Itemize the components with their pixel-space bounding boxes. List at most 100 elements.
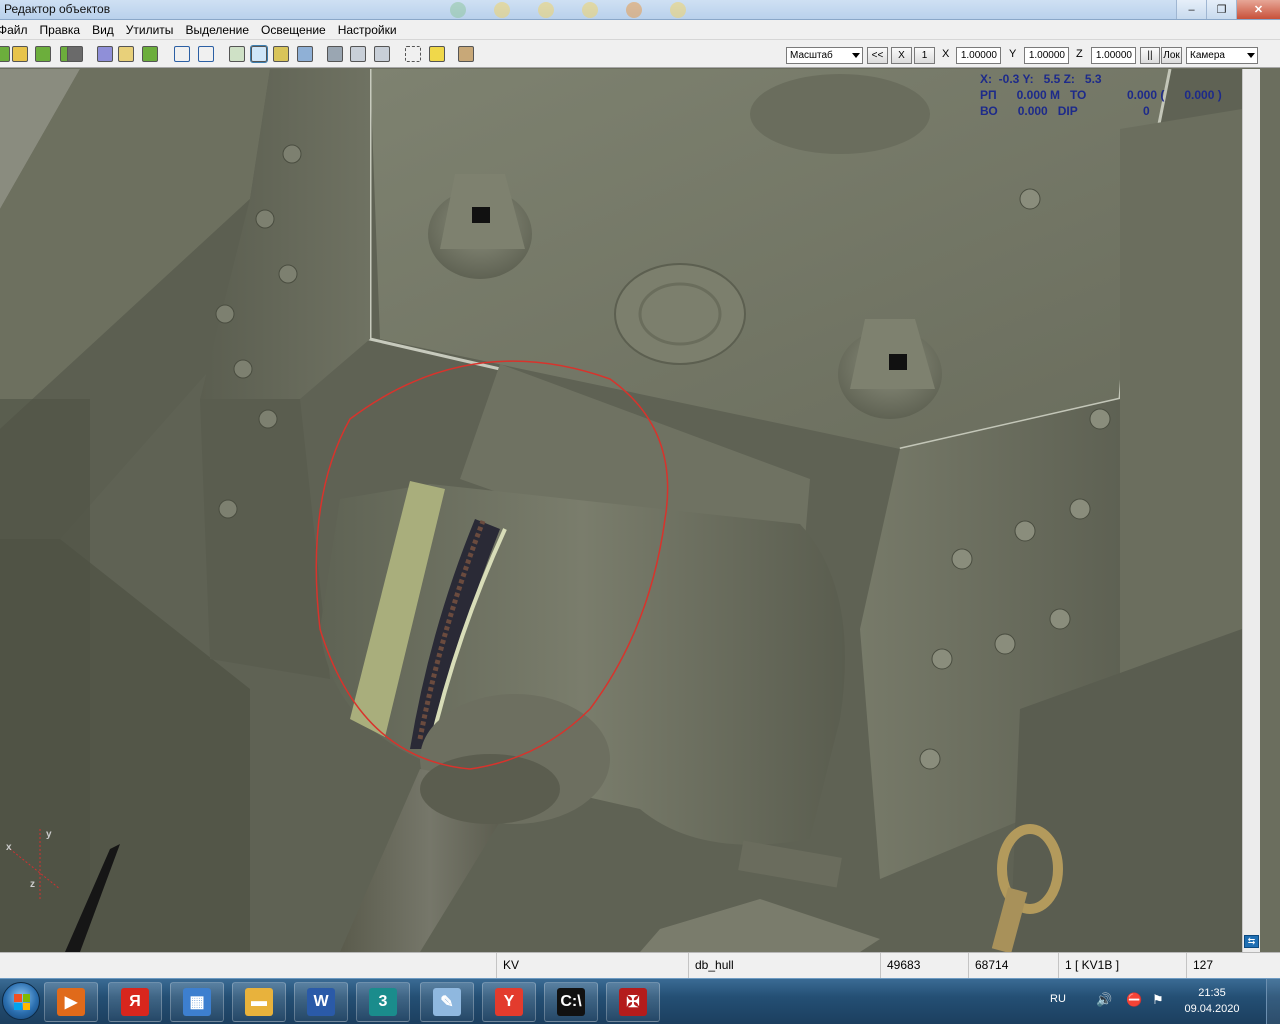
media-player-icon: ▶ xyxy=(57,988,85,1016)
close-button[interactable]: ✕ xyxy=(1236,0,1280,19)
camera-select-value: Камера xyxy=(1190,50,1225,61)
undo-icon[interactable] xyxy=(174,46,190,62)
taskbar-app-button[interactable]: 3 xyxy=(356,982,410,1022)
taskbar-app-button[interactable]: ▦ xyxy=(170,982,224,1022)
flag-icon[interactable]: ⚑ xyxy=(1152,992,1164,1008)
to-readout: 0.000 ( 0.000 ) xyxy=(1127,88,1222,102)
axis-x-button[interactable]: X xyxy=(891,47,912,64)
volume-icon[interactable]: 🔊 xyxy=(1096,992,1112,1008)
paint-icon: ✎ xyxy=(433,988,461,1016)
reflection-dot-icon xyxy=(450,2,466,18)
grid-select-icon[interactable] xyxy=(35,46,51,62)
taskbar-app-button[interactable]: C:\ xyxy=(544,982,598,1022)
lock-button[interactable]: Лок xyxy=(1161,47,1182,64)
dip-readout: 0 xyxy=(1143,104,1150,118)
status-value-2: 68714 xyxy=(968,953,1058,978)
windows-logo-icon xyxy=(14,994,30,1010)
open-folder-icon[interactable] xyxy=(12,46,28,62)
menu-view[interactable]: Вид xyxy=(86,20,120,40)
chevron-down-icon xyxy=(852,53,860,58)
title-bar: Редактор объектов – ❐ ✕ xyxy=(0,0,1280,20)
move-icon[interactable] xyxy=(250,45,268,63)
3dsmax-icon: 3 xyxy=(369,988,397,1016)
reflection-dot-icon xyxy=(626,2,642,18)
object-editor-window: Редактор объектов – ❐ ✕ Файл Правка Вид … xyxy=(0,0,1280,1024)
taskbar-app-button[interactable]: ✠ xyxy=(606,982,660,1022)
clock[interactable]: 21:35 09.04.2020 xyxy=(1182,985,1242,1017)
menu-edit[interactable]: Правка xyxy=(34,20,87,40)
scale-icon[interactable] xyxy=(297,46,313,62)
back-button[interactable]: << xyxy=(867,47,888,64)
taskbar-app-button[interactable]: ▬ xyxy=(232,982,286,1022)
save-icon[interactable] xyxy=(67,46,83,62)
menu-selection[interactable]: Выделение xyxy=(179,20,255,40)
tools-icon[interactable] xyxy=(458,46,474,62)
paste-icon[interactable] xyxy=(118,46,134,62)
window-title: Редактор объектов xyxy=(4,2,111,16)
control-panel-icon: ▦ xyxy=(183,988,211,1016)
folder-icon: ▬ xyxy=(245,988,273,1016)
box-select-icon[interactable] xyxy=(405,46,421,62)
language-indicator[interactable]: RU xyxy=(1050,993,1066,1005)
step-1-button[interactable]: 1 xyxy=(914,47,935,64)
x-input[interactable]: 1.00000 xyxy=(956,47,1001,64)
menu-file[interactable]: Файл xyxy=(0,20,34,40)
vertical-scrollbar[interactable]: ⇆ xyxy=(1242,69,1260,952)
tank-hull-render xyxy=(0,69,1242,952)
y-input[interactable]: 1.00000 xyxy=(1024,47,1069,64)
menu-utilities[interactable]: Утилиты xyxy=(120,20,180,40)
pause-button[interactable]: || xyxy=(1140,47,1160,64)
rp-readout: РП 0.000 М ТО xyxy=(980,88,1087,102)
reflection-dot-icon xyxy=(670,2,686,18)
clock-date: 09.04.2020 xyxy=(1184,1003,1240,1015)
window-controls: – ❐ ✕ xyxy=(1176,0,1280,20)
cube-icon[interactable] xyxy=(429,46,445,62)
transform-mode-select[interactable]: Масштаб xyxy=(786,47,863,64)
y-label: Y xyxy=(1009,48,1017,60)
light-icon[interactable] xyxy=(350,46,366,62)
menu-lighting[interactable]: Освещение xyxy=(255,20,332,40)
chevron-down-icon xyxy=(1247,53,1255,58)
reflection-dot-icon xyxy=(494,2,510,18)
minimize-button[interactable]: – xyxy=(1176,0,1206,19)
taskbar-app-button[interactable]: ▶ xyxy=(44,982,98,1022)
title-bar-reflection xyxy=(450,2,770,18)
select-icon[interactable] xyxy=(229,46,245,62)
transform-mode-value: Масштаб xyxy=(790,50,833,61)
status-value-1: 49683 xyxy=(880,953,968,978)
toolbar: Масштаб << X 1 X 1.00000 Y 1.00000 Z 1.0… xyxy=(0,40,1280,68)
duplicate-icon[interactable] xyxy=(142,46,158,62)
yandex-browser-icon: Y xyxy=(495,988,523,1016)
x-label: X xyxy=(942,48,950,60)
menu-settings[interactable]: Настройки xyxy=(332,20,403,40)
status-bar: KV db_hull 49683 68714 1 [ KV1B ] 127 xyxy=(0,952,1280,978)
status-part: db_hull xyxy=(688,953,878,978)
redo-icon[interactable] xyxy=(198,46,214,62)
taskbar-app-button[interactable]: ✎ xyxy=(420,982,474,1022)
3d-viewport[interactable]: y x z X: -0.3 Y: 5.5 Z: 5.3 РП 0.000 М Т… xyxy=(0,69,1242,952)
yandex-icon: Я xyxy=(121,988,149,1016)
copy-icon[interactable] xyxy=(97,46,113,62)
show-desktop-button[interactable] xyxy=(1266,979,1280,1024)
reflection-dot-icon xyxy=(582,2,598,18)
z-input[interactable]: 1.00000 xyxy=(1091,47,1136,64)
coord-readout: X: -0.3 Y: 5.5 Z: 5.3 xyxy=(980,72,1102,86)
scroll-down-button[interactable]: ⇆ xyxy=(1244,935,1259,948)
network-icon[interactable]: ⛔ xyxy=(1126,992,1142,1008)
status-lod: 1 [ KV1B ] xyxy=(1058,953,1186,978)
z-label: Z xyxy=(1076,48,1083,60)
word-icon: W xyxy=(307,988,335,1016)
render-icon[interactable] xyxy=(374,46,390,62)
taskbar-app-button[interactable]: Я xyxy=(108,982,162,1022)
start-button[interactable] xyxy=(2,982,40,1020)
camera-select[interactable]: Камера xyxy=(1186,47,1258,64)
taskbar-app-button[interactable]: W xyxy=(294,982,348,1022)
maximize-button[interactable]: ❐ xyxy=(1206,0,1236,19)
grid-icon[interactable] xyxy=(0,46,10,62)
camera-view-icon[interactable] xyxy=(327,46,343,62)
taskbar-app-button[interactable]: Y xyxy=(482,982,536,1022)
bo-readout: ВО 0.000 DIP xyxy=(980,104,1078,118)
rotate-icon[interactable] xyxy=(273,46,289,62)
axis-y-label: y xyxy=(46,829,52,840)
clock-time: 21:35 xyxy=(1198,987,1226,999)
